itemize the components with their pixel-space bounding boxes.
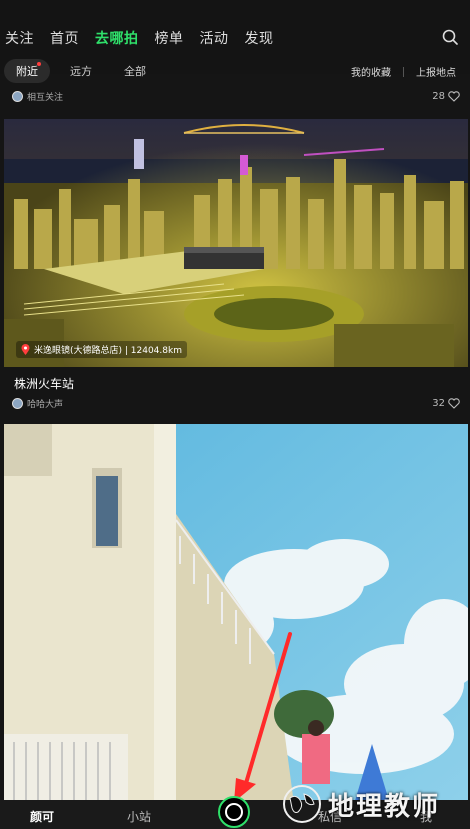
bottom-tab-yanke[interactable]: 颜可 bbox=[30, 808, 54, 825]
red-arrow-annotation bbox=[234, 632, 292, 802]
my-favorites-link[interactable]: 我的收藏 bbox=[351, 64, 391, 79]
location-text: 米逸眼镜(大德路总店) | 12404.8km bbox=[34, 346, 182, 356]
tab-follow[interactable]: 关注 bbox=[5, 28, 34, 48]
top-navigation: 关注 首页 去哪拍 榜单 活动 发现 附近 远方 全部 我的收藏 上报地点 bbox=[0, 0, 470, 83]
location-badge[interactable]: 米逸眼镜(大德路总店) | 12404.8km bbox=[16, 341, 187, 358]
main-tabs: 关注 首页 去哪拍 榜单 活动 发现 bbox=[5, 28, 274, 48]
like-count: 28 bbox=[432, 91, 445, 102]
card-footer-1: 相互关注 28 bbox=[12, 90, 460, 103]
avatar[interactable] bbox=[12, 91, 23, 102]
author-name[interactable]: 相互关注 bbox=[27, 90, 63, 103]
chip-far[interactable]: 远方 bbox=[58, 59, 104, 83]
chip-nearby-label: 附近 bbox=[16, 65, 38, 78]
bottom-tab-station[interactable]: 小站 bbox=[127, 808, 151, 825]
tab-where-to-shoot[interactable]: 去哪拍 bbox=[95, 28, 139, 48]
watermark: 地理教师 bbox=[282, 784, 440, 824]
like-count: 32 bbox=[432, 398, 445, 409]
card-title[interactable]: 株洲火车站 bbox=[14, 375, 74, 392]
heart-icon bbox=[448, 91, 460, 102]
camera-button[interactable] bbox=[218, 796, 250, 828]
card-footer-2: 哈哈大声 32 bbox=[12, 397, 460, 410]
avatar[interactable] bbox=[12, 398, 23, 409]
chip-nearby[interactable]: 附近 bbox=[4, 59, 50, 83]
sub-tabs: 附近 远方 全部 bbox=[4, 59, 158, 83]
tab-home[interactable]: 首页 bbox=[50, 28, 79, 48]
tab-discover[interactable]: 发现 bbox=[245, 28, 274, 48]
chip-all[interactable]: 全部 bbox=[112, 59, 158, 83]
author-name[interactable]: 哈哈大声 bbox=[27, 397, 63, 410]
photo-night-city[interactable]: 米逸眼镜(大德路总店) | 12404.8km bbox=[4, 119, 468, 367]
like-button[interactable]: 32 bbox=[432, 398, 460, 409]
divider bbox=[403, 66, 404, 77]
location-pin-icon bbox=[21, 344, 30, 355]
notification-dot bbox=[37, 62, 41, 66]
globe-logo-icon bbox=[283, 785, 321, 823]
report-place-link[interactable]: 上报地点 bbox=[416, 64, 456, 79]
tab-events[interactable]: 活动 bbox=[200, 28, 229, 48]
search-icon[interactable] bbox=[442, 29, 458, 45]
camera-icon bbox=[225, 803, 243, 821]
tab-rankings[interactable]: 榜单 bbox=[155, 28, 184, 48]
right-links: 我的收藏 上报地点 bbox=[351, 64, 456, 79]
watermark-text: 地理教师 bbox=[328, 791, 441, 822]
night-city-image bbox=[4, 119, 468, 367]
like-button[interactable]: 28 bbox=[432, 91, 460, 102]
heart-icon bbox=[448, 398, 460, 409]
